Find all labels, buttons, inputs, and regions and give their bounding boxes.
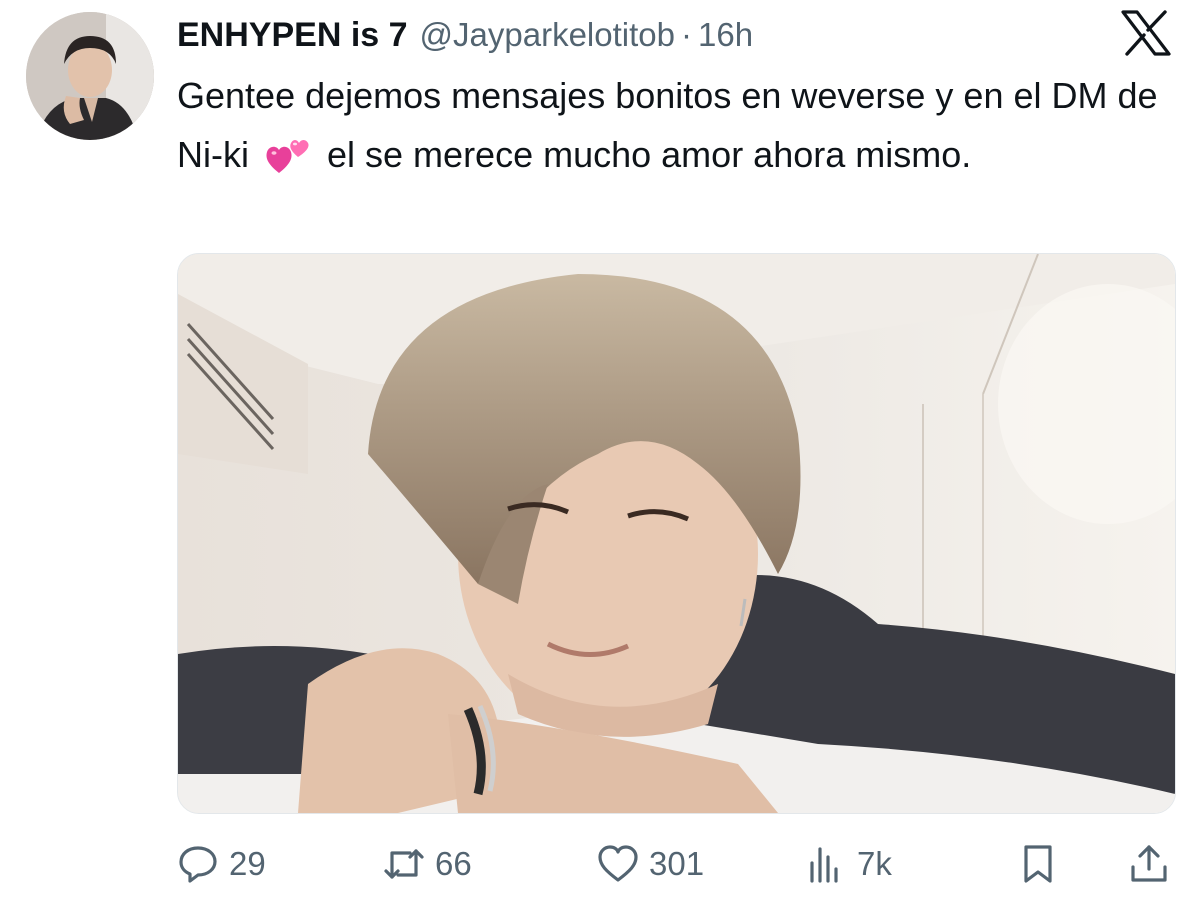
author-avatar[interactable]	[26, 12, 154, 140]
reply-icon	[179, 846, 217, 883]
views-chart-icon	[810, 847, 838, 883]
tweet-action-bar: 29 66 301 7k	[0, 838, 1200, 890]
author-display-name[interactable]: ENHYPEN is 7	[177, 16, 408, 55]
photo-illustration	[178, 254, 1175, 813]
tweet-text: Gentee dejemos mensajes bonitos en wever…	[177, 66, 1177, 184]
tweet-text-part-2: el se merece mucho amor ahora mismo.	[327, 134, 972, 175]
bookmark-button[interactable]	[1017, 838, 1059, 890]
two-hearts-emoji	[265, 133, 311, 173]
repost-button[interactable]: 66	[383, 838, 472, 890]
avatar-photo	[26, 12, 154, 140]
like-button[interactable]: 301	[597, 838, 704, 890]
author-handle[interactable]: @Jayparkelotitob	[420, 16, 675, 54]
repost-icon	[384, 849, 424, 879]
share-icon	[1131, 845, 1167, 882]
views-button[interactable]: 7k	[805, 838, 892, 890]
heart-icon	[598, 845, 638, 882]
tweet-photo[interactable]	[177, 253, 1176, 814]
reply-button[interactable]: 29	[177, 838, 266, 890]
x-logo-icon[interactable]	[1121, 10, 1171, 56]
bookmark-icon	[1024, 845, 1052, 883]
like-count: 301	[649, 845, 705, 882]
reply-count: 29	[229, 845, 266, 882]
separator-dot: ·	[681, 16, 692, 53]
tweet-header: ENHYPEN is 7 @Jayparkelotitob · 16h	[177, 10, 753, 60]
repost-count: 66	[435, 845, 472, 882]
post-timestamp[interactable]: 16h	[698, 16, 753, 54]
share-button[interactable]	[1128, 838, 1170, 890]
views-count: 7k	[857, 845, 892, 882]
